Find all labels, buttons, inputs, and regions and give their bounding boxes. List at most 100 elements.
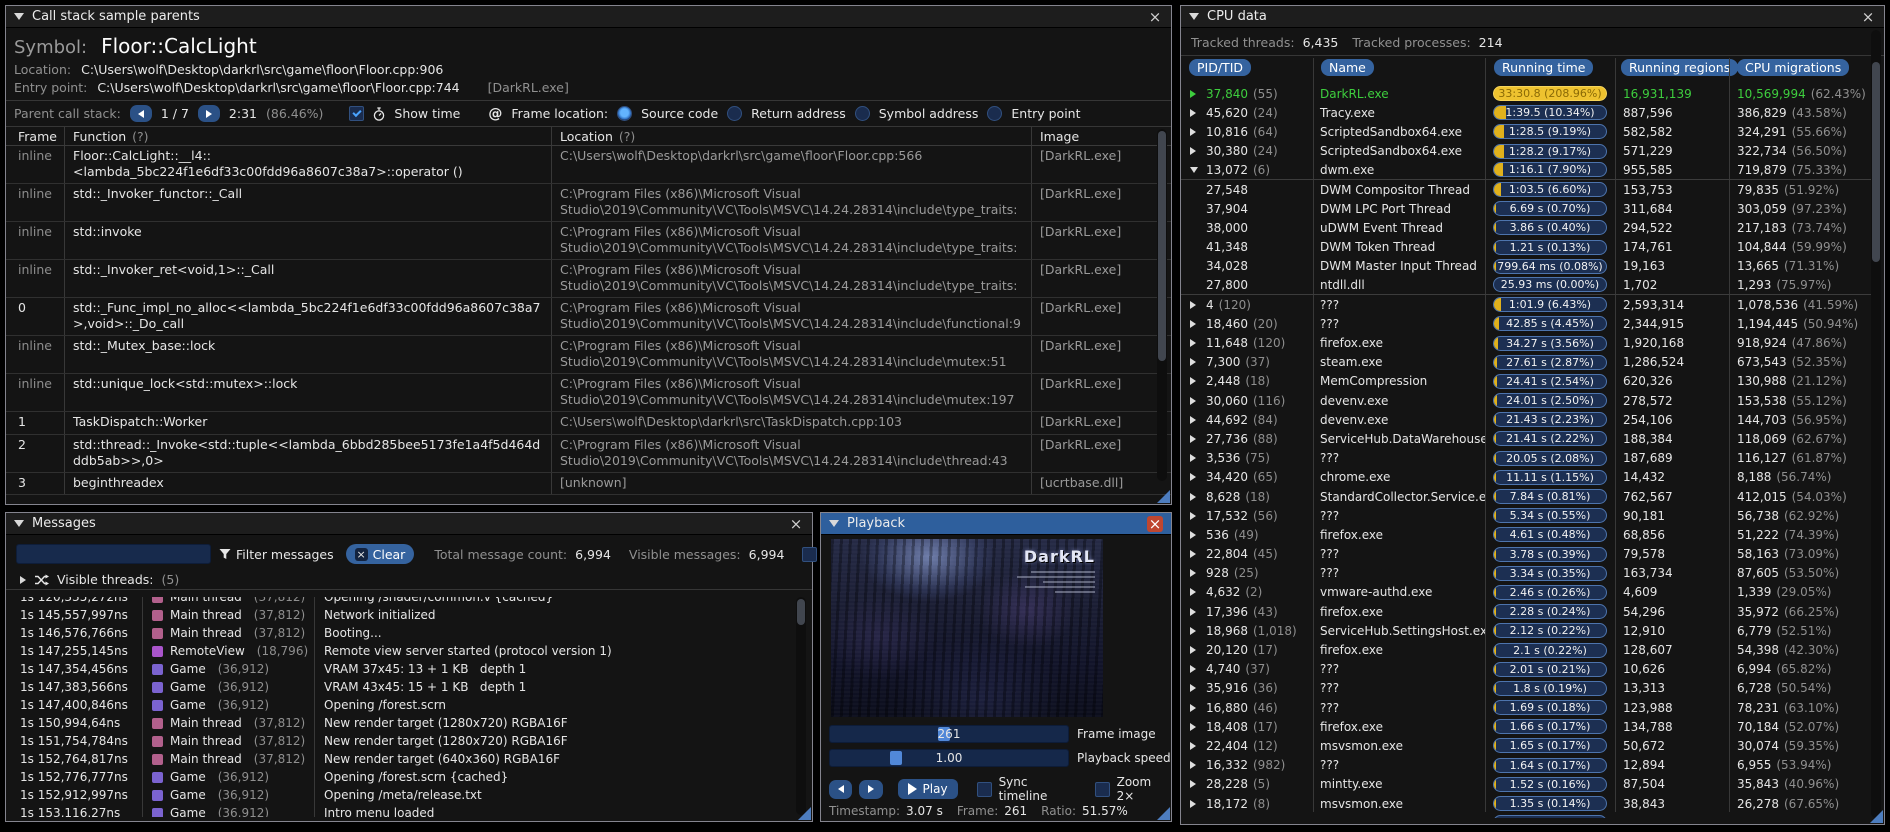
prev-frame-button[interactable] (829, 779, 853, 799)
cpu-row[interactable]: 27,800 ntdll.dll 25.93 ms (0.00%) 1,702 1,29… (1181, 276, 1872, 296)
show-time-label[interactable]: Show time (394, 106, 460, 121)
expand-row-icon[interactable] (1190, 741, 1206, 750)
frame-image-slider[interactable]: 261 (829, 725, 1069, 743)
cpu-row[interactable]: 22,804 (45)??? 3.78 s (0.39%) 79,578 58,163(… (1181, 545, 1872, 564)
radio-source-code-label[interactable]: Source code (641, 106, 718, 121)
expand-row-icon[interactable] (1190, 127, 1206, 136)
expand-row-icon[interactable] (1190, 588, 1206, 597)
sync-timeline-checkbox[interactable] (976, 781, 992, 797)
cpu-row[interactable]: 4,632 (2) vmware-authd.exe 2.46 s (0.26%) 4,… (1181, 583, 1872, 602)
callstack-row[interactable]: 3 beginthreadex [unknown] [ucrtbase.dll] (6, 473, 1171, 495)
column-header-frame[interactable]: Frame (6, 127, 64, 145)
clear-button[interactable]: Clear (345, 544, 415, 564)
cpu-row[interactable]: 16,332 (982)??? 1.64 s (0.17%) 12,894 6,955(… (1181, 756, 1872, 775)
expand-row-icon[interactable] (1190, 415, 1206, 424)
expand-row-icon[interactable] (1190, 396, 1206, 405)
next-frame-button[interactable] (859, 779, 883, 799)
message-row[interactable]: 1s 120,335,272ns Main thread (37,812) Openi… (6, 597, 798, 606)
callstack-row[interactable]: 2 std::thread::_Invoke<std::tuple<<lambda… (6, 435, 1171, 473)
cpu-row[interactable]: 18,968 (1,018) ServiceHub.SettingsHost.ex 2… (1181, 621, 1872, 640)
cpu-row[interactable]: 11,648 (120) firefox.exe 34.27 s (3.56%) 1,9… (1181, 333, 1872, 352)
column-header-running-time[interactable]: Running time (1494, 59, 1594, 76)
next-callstack-button[interactable] (197, 105, 220, 122)
collapse-icon[interactable] (14, 520, 24, 527)
visible-threads-label[interactable]: Visible threads: (57, 572, 154, 587)
collapse-icon[interactable] (1189, 13, 1199, 20)
collapse-icon[interactable] (829, 520, 839, 527)
expand-row-icon[interactable] (1190, 108, 1206, 117)
column-header-pid-tid[interactable]: PID/TID (1189, 59, 1252, 76)
message-row[interactable]: 1s 147,400,846ns Game (36,912) Opening /for… (6, 696, 798, 714)
expand-row-icon[interactable] (1190, 147, 1206, 156)
resize-grip[interactable] (1157, 490, 1170, 503)
expand-row-icon[interactable] (1190, 761, 1206, 770)
column-header-location[interactable]: Location (?) (551, 127, 1031, 145)
cpu-row[interactable]: 34,420 (65) chrome.exe 11.11 s (1.15%) 14,43… (1181, 468, 1872, 487)
cpu-row[interactable]: 27,548 DWM Compositor Thread 1:03.5 (6.60%… (1181, 180, 1872, 199)
close-icon[interactable] (1147, 9, 1163, 25)
radio-entry-point-label[interactable]: Entry point (1011, 106, 1080, 121)
prev-callstack-button[interactable] (129, 105, 152, 122)
cpu-row[interactable]: 17,396 (43) firefox.exe 2.28 s (0.24%) 54,29… (1181, 602, 1872, 621)
resize-grip[interactable] (1870, 810, 1883, 823)
message-row[interactable]: 1s 145,557,997ns Main thread (37,812) Netwo… (6, 606, 798, 624)
expand-row-icon[interactable] (1190, 511, 1206, 520)
expand-row-icon[interactable] (1190, 665, 1206, 674)
cpu-row[interactable]: 18,460 (20)??? 42.85 s (4.45%) 2,344,915 1,1… (1181, 314, 1872, 333)
zoom-2x-checkbox[interactable] (1094, 781, 1110, 797)
expand-row-icon[interactable] (1190, 780, 1206, 789)
show-images-checkbox[interactable] (802, 546, 818, 562)
callstack-row[interactable]: inline std::_Invoker_ret<void,1>::_Call C:… (6, 260, 1171, 298)
playback-speed-slider[interactable]: 1.00 (829, 749, 1069, 767)
cpu-row[interactable]: 22,404 (12) msvsmon.exe 1.65 s (0.17%) 50,67… (1181, 736, 1872, 755)
cpu-row[interactable]: 10,816 (64) ScriptedSandbox64.exe 1:28.5 (9… (1181, 122, 1872, 141)
close-icon[interactable] (788, 516, 804, 532)
radio-symbol-address[interactable] (854, 106, 870, 121)
callstack-row[interactable]: inline std::_Mutex_base::lock C:\Program F… (6, 336, 1171, 374)
callstack-row[interactable]: 1 TaskDispatch::Worker C:\Users\wolf\Deskt… (6, 412, 1171, 435)
radio-source-code[interactable] (617, 106, 633, 121)
messages-scrollbar[interactable] (796, 597, 806, 815)
message-row[interactable]: 1s 146,576,766ns Main thread (37,812) Booti… (6, 624, 798, 642)
cpu-row[interactable]: 27,736 (88) ServiceHub.DataWarehouse 21.41 … (1181, 429, 1872, 448)
cpu-row[interactable]: 20,120 (17) firefox.exe 2.1 s (0.22%) 128,60… (1181, 640, 1872, 659)
collapse-icon[interactable] (14, 13, 24, 20)
message-row[interactable]: 1s 152,776,777ns Game (36,912) Opening /for… (6, 768, 798, 786)
cpu-row[interactable]: 18,408 (17) firefox.exe 1.66 s (0.17%) 134,7… (1181, 717, 1872, 736)
radio-entry-point[interactable] (987, 106, 1003, 121)
expand-row-icon[interactable] (1190, 607, 1206, 616)
column-header-name[interactable]: Name (1321, 59, 1374, 76)
callstack-row[interactable]: inline std::unique_lock<std::mutex>::lock… (6, 374, 1171, 412)
expand-row-icon[interactable] (1190, 434, 1206, 443)
callstack-scrollbar[interactable] (1157, 129, 1167, 481)
cpu-row[interactable]: 4 (120)??? 1:01.9 (6.43%) 2,593,314 1,078,53… (1181, 295, 1872, 314)
cpu-row[interactable]: 38,000 uDWM Event Thread 3.86 s (0.40%) 294… (1181, 218, 1872, 237)
expand-row-icon[interactable] (1190, 300, 1206, 309)
expand-row-icon[interactable] (1190, 722, 1206, 731)
column-header-image[interactable]: Image (1031, 127, 1153, 145)
message-row[interactable]: 1s 151,754,784ns Main thread (37,812) New r… (6, 732, 798, 750)
column-header-running-regions[interactable]: Running regions (1621, 59, 1739, 76)
message-row[interactable]: 1s 152,764,817ns Main thread (37,812) New r… (6, 750, 798, 768)
callstack-row[interactable]: 0 std::_Func_impl_no_alloc<<lambda_5bc224… (6, 298, 1171, 336)
cpu-row[interactable]: 17,532 (56)??? 5.34 s (0.55%) 90,181 56,738(… (1181, 506, 1872, 525)
callstack-row[interactable]: inline Floor::CalcLight::__l4::<lambda_5b… (6, 146, 1171, 184)
cpu-row[interactable]: 37,904 DWM LPC Port Thread 6.69 s (0.70%) 3… (1181, 199, 1872, 218)
cpu-row[interactable]: 28,228 (5) mintty.exe 1.52 s (0.16%) 87,504 3… (1181, 775, 1872, 794)
expand-row-icon[interactable] (1190, 89, 1206, 98)
expand-row-icon[interactable] (1190, 358, 1206, 367)
message-row[interactable]: 1s 147,255,145ns RemoteView (18,796) Remote… (6, 642, 798, 660)
radio-return-address-label[interactable]: Return address (751, 106, 846, 121)
expand-row-icon[interactable] (1190, 530, 1206, 539)
cpu-row[interactable]: 928 (25)??? 3.34 s (0.35%) 163,734 87,605 (53… (1181, 564, 1872, 583)
cpu-row[interactable]: 30,380 (24) ScriptedSandbox64.exe 1:28.2 (9… (1181, 142, 1872, 161)
cpu-row[interactable]: 3,536 (75)??? 20.05 s (2.08%) 187,689 116,12… (1181, 449, 1872, 468)
cpu-row[interactable]: 44,692 (84) devenv.exe 21.43 s (2.23%) 254,1… (1181, 410, 1872, 429)
cpu-row[interactable]: 2,448 (18) MemCompression 24.41 s (2.54%) 62… (1181, 372, 1872, 391)
cpu-row[interactable]: 35,916 (36)??? 1.8 s (0.19%) 13,313 6,728 (50… (1181, 679, 1872, 698)
cpu-row[interactable]: 34,028 DWM Master Input Thread 799.64 ms (… (1181, 257, 1872, 276)
sync-timeline-label[interactable]: Sync timeline (999, 775, 1078, 803)
expand-row-icon[interactable] (1190, 799, 1206, 808)
column-header-function[interactable]: Function (?) (64, 127, 551, 145)
close-icon[interactable] (1860, 9, 1876, 25)
